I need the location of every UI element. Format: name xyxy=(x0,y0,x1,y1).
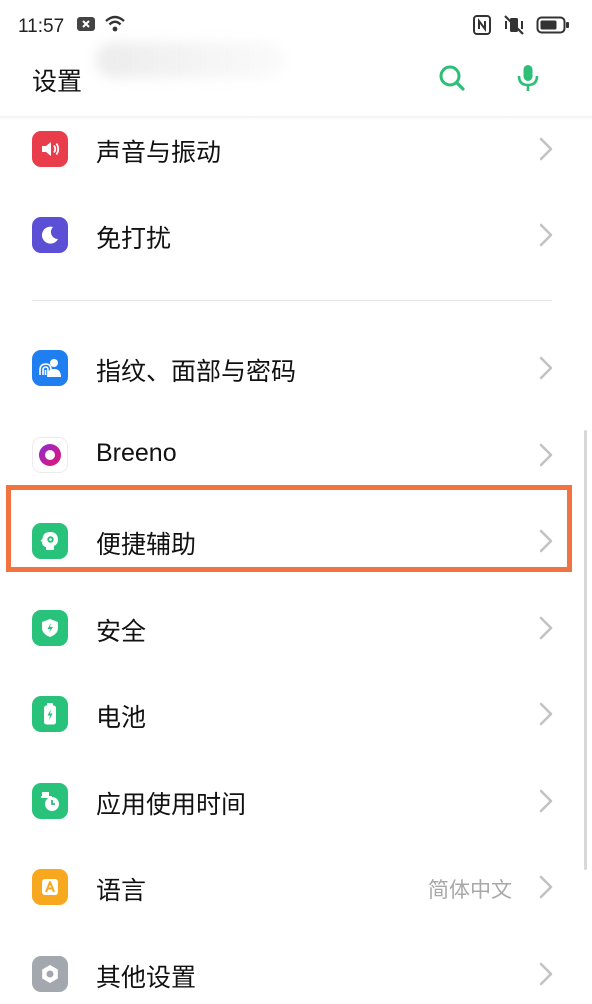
language-current-value: 简体中文 xyxy=(428,878,512,902)
microphone-icon xyxy=(517,65,539,91)
language-icon xyxy=(32,869,68,905)
header-shadow xyxy=(0,116,592,120)
settings-item-app-usage-time[interactable]: 应用使用时间 xyxy=(0,758,592,844)
app-header: 设置 xyxy=(0,42,592,116)
chevron-right-icon xyxy=(539,789,553,813)
nfc-icon xyxy=(472,14,492,40)
battery-status-icon xyxy=(536,15,570,39)
moon-icon xyxy=(32,217,68,253)
notification-icon xyxy=(76,16,96,36)
chevron-right-icon xyxy=(539,616,553,640)
settings-item-other-settings[interactable]: 其他设置 xyxy=(0,931,592,1004)
fingerprint-face-icon xyxy=(32,350,68,386)
settings-item-label: 声音与振动 xyxy=(96,138,222,167)
settings-item-label: 便捷辅助 xyxy=(96,530,197,559)
header-search-hint xyxy=(96,42,286,78)
chevron-right-icon xyxy=(539,962,553,986)
chevron-right-icon xyxy=(539,137,553,161)
vibrate-off-icon xyxy=(502,14,526,40)
breeno-icon xyxy=(32,437,68,473)
search-button[interactable] xyxy=(432,58,472,98)
chevron-right-icon xyxy=(539,702,553,726)
settings-item-convenience-assist[interactable]: 便捷辅助 xyxy=(0,498,592,584)
chevron-right-icon xyxy=(539,356,553,380)
search-icon xyxy=(439,65,465,91)
chevron-right-icon xyxy=(539,529,553,553)
settings-item-label: 其他设置 xyxy=(96,963,197,992)
speaker-icon xyxy=(32,131,68,167)
settings-item-breeno[interactable]: Breeno xyxy=(0,412,592,498)
settings-item-do-not-disturb[interactable]: 免打扰 xyxy=(0,192,592,278)
settings-item-security[interactable]: 安全 xyxy=(0,585,592,671)
settings-item-battery[interactable]: 电池 xyxy=(0,671,592,757)
settings-item-label: 免打扰 xyxy=(96,224,172,253)
settings-item-label: 应用使用时间 xyxy=(96,790,247,819)
assist-icon xyxy=(32,523,68,559)
status-bar: 11:57 xyxy=(0,0,592,54)
battery-icon xyxy=(32,696,68,732)
scrollbar[interactable] xyxy=(584,430,587,870)
shield-icon xyxy=(32,610,68,646)
status-right-icons xyxy=(472,14,570,40)
settings-item-biometrics[interactable]: 指纹、面部与密码 xyxy=(0,325,592,411)
settings-item-label: 语言 xyxy=(96,876,147,905)
app-time-icon xyxy=(32,783,68,819)
page-title: 设置 xyxy=(32,67,83,96)
status-left-icons xyxy=(76,15,126,37)
settings-item-language[interactable]: 语言 简体中文 xyxy=(0,844,592,930)
chevron-right-icon xyxy=(539,875,553,899)
wifi-icon xyxy=(104,15,126,37)
settings-item-label: 安全 xyxy=(96,617,147,646)
chevron-right-icon xyxy=(539,223,553,247)
gear-icon xyxy=(32,956,68,992)
status-time: 11:57 xyxy=(18,16,65,37)
settings-item-label: 电池 xyxy=(96,703,147,732)
settings-item-label: Breeno xyxy=(96,439,177,467)
voice-input-button[interactable] xyxy=(508,58,548,98)
section-divider xyxy=(32,300,552,301)
chevron-right-icon xyxy=(539,443,553,467)
settings-screen: 11:57 声音与振动 免打扰 指纹、面部与密码 Breeno 便捷辅助 安全 … xyxy=(0,0,592,1004)
settings-item-label: 指纹、面部与密码 xyxy=(96,357,297,386)
